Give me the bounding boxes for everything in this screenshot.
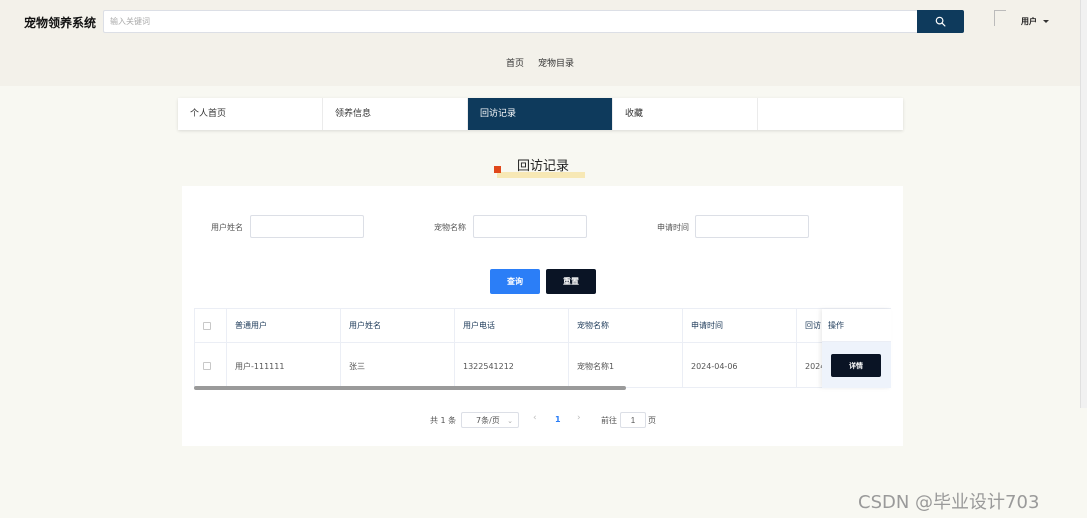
operation-cell: 详情 xyxy=(822,342,891,388)
page-size-select[interactable]: 7条/页 ⌄ xyxy=(461,412,519,428)
table-cell: 张三 xyxy=(341,343,455,387)
page-suffix: 页 xyxy=(648,416,656,425)
select-all-checkbox[interactable] xyxy=(203,321,211,330)
pet-name-input[interactable] xyxy=(473,215,587,238)
row-checkbox-cell xyxy=(195,343,227,387)
row-checkbox[interactable] xyxy=(203,362,211,370)
column-header: 用户姓名 xyxy=(341,309,455,342)
table-cell: 1322541212 xyxy=(455,343,569,387)
pagination-total: 共 1 条 xyxy=(430,416,457,425)
apply-time-label: 申请时间 xyxy=(657,223,689,232)
user-menu-label[interactable]: 用户 xyxy=(1021,16,1037,27)
header-checkbox-cell xyxy=(195,309,227,342)
records-table: 普通用户 用户姓名 用户电话 宠物名称 申请时间 回访日 用户-111111 张… xyxy=(194,308,891,388)
operation-header: 操作 xyxy=(822,309,891,342)
page-number[interactable]: 1 xyxy=(555,415,561,424)
search-input[interactable] xyxy=(103,10,918,33)
apply-time-input[interactable] xyxy=(695,215,809,238)
pet-name-label: 宠物名称 xyxy=(434,223,466,232)
tab-personal-home[interactable]: 个人首页 xyxy=(178,98,323,130)
user-name-label: 用户姓名 xyxy=(211,223,243,232)
table-cell: 2024-04-06 xyxy=(683,343,797,387)
page-vertical-scrollbar[interactable] xyxy=(1080,0,1087,408)
prev-page-icon[interactable]: ‹ xyxy=(533,413,537,423)
search-icon xyxy=(935,16,946,27)
brand-title: 宠物领养系统 xyxy=(24,16,97,30)
next-page-icon[interactable]: › xyxy=(577,413,581,423)
caret-down-icon[interactable] xyxy=(1043,20,1049,23)
tab-visit-records[interactable]: 回访记录 xyxy=(468,98,613,130)
tab-empty xyxy=(758,98,903,130)
column-header: 申请时间 xyxy=(683,309,797,342)
title-flag-icon xyxy=(494,166,501,173)
table-header-row: 普通用户 用户姓名 用户电话 宠物名称 申请时间 回访日 xyxy=(195,309,890,343)
table-row: 用户-111111 张三 1322541212 宠物名称1 2024-04-06… xyxy=(195,343,890,387)
column-header: 用户电话 xyxy=(455,309,569,342)
column-header: 宠物名称 xyxy=(569,309,683,342)
goto-page-input[interactable] xyxy=(620,412,646,428)
table-cell: 用户-111111 xyxy=(227,343,341,387)
page-size-value: 7条/页 xyxy=(476,415,500,425)
table-cell: 宠物名称1 xyxy=(569,343,683,387)
query-button[interactable]: 查询 xyxy=(490,269,540,294)
nav-home[interactable]: 首页 xyxy=(506,56,524,69)
watermark-text: CSDN @毕业设计703 xyxy=(858,492,1040,513)
tab-favorites[interactable]: 收藏 xyxy=(613,98,758,130)
reset-button[interactable]: 重置 xyxy=(546,269,596,294)
column-header: 普通用户 xyxy=(227,309,341,342)
operation-column: 操作 详情 xyxy=(822,309,891,388)
nav-pet-catalog[interactable]: 宠物目录 xyxy=(538,56,574,69)
profile-tabs: 个人首页 领养信息 回访记录 收藏 xyxy=(178,98,903,130)
section-title: 回访记录 xyxy=(517,159,570,174)
avatar[interactable] xyxy=(994,10,1006,26)
tab-adoption-info[interactable]: 领养信息 xyxy=(323,98,468,130)
user-name-input[interactable] xyxy=(250,215,364,238)
search-button[interactable] xyxy=(917,10,964,33)
detail-button[interactable]: 详情 xyxy=(831,354,881,377)
table-horizontal-scrollbar[interactable] xyxy=(194,386,626,390)
chevron-down-icon: ⌄ xyxy=(507,417,513,425)
goto-label: 前往 xyxy=(601,416,617,425)
